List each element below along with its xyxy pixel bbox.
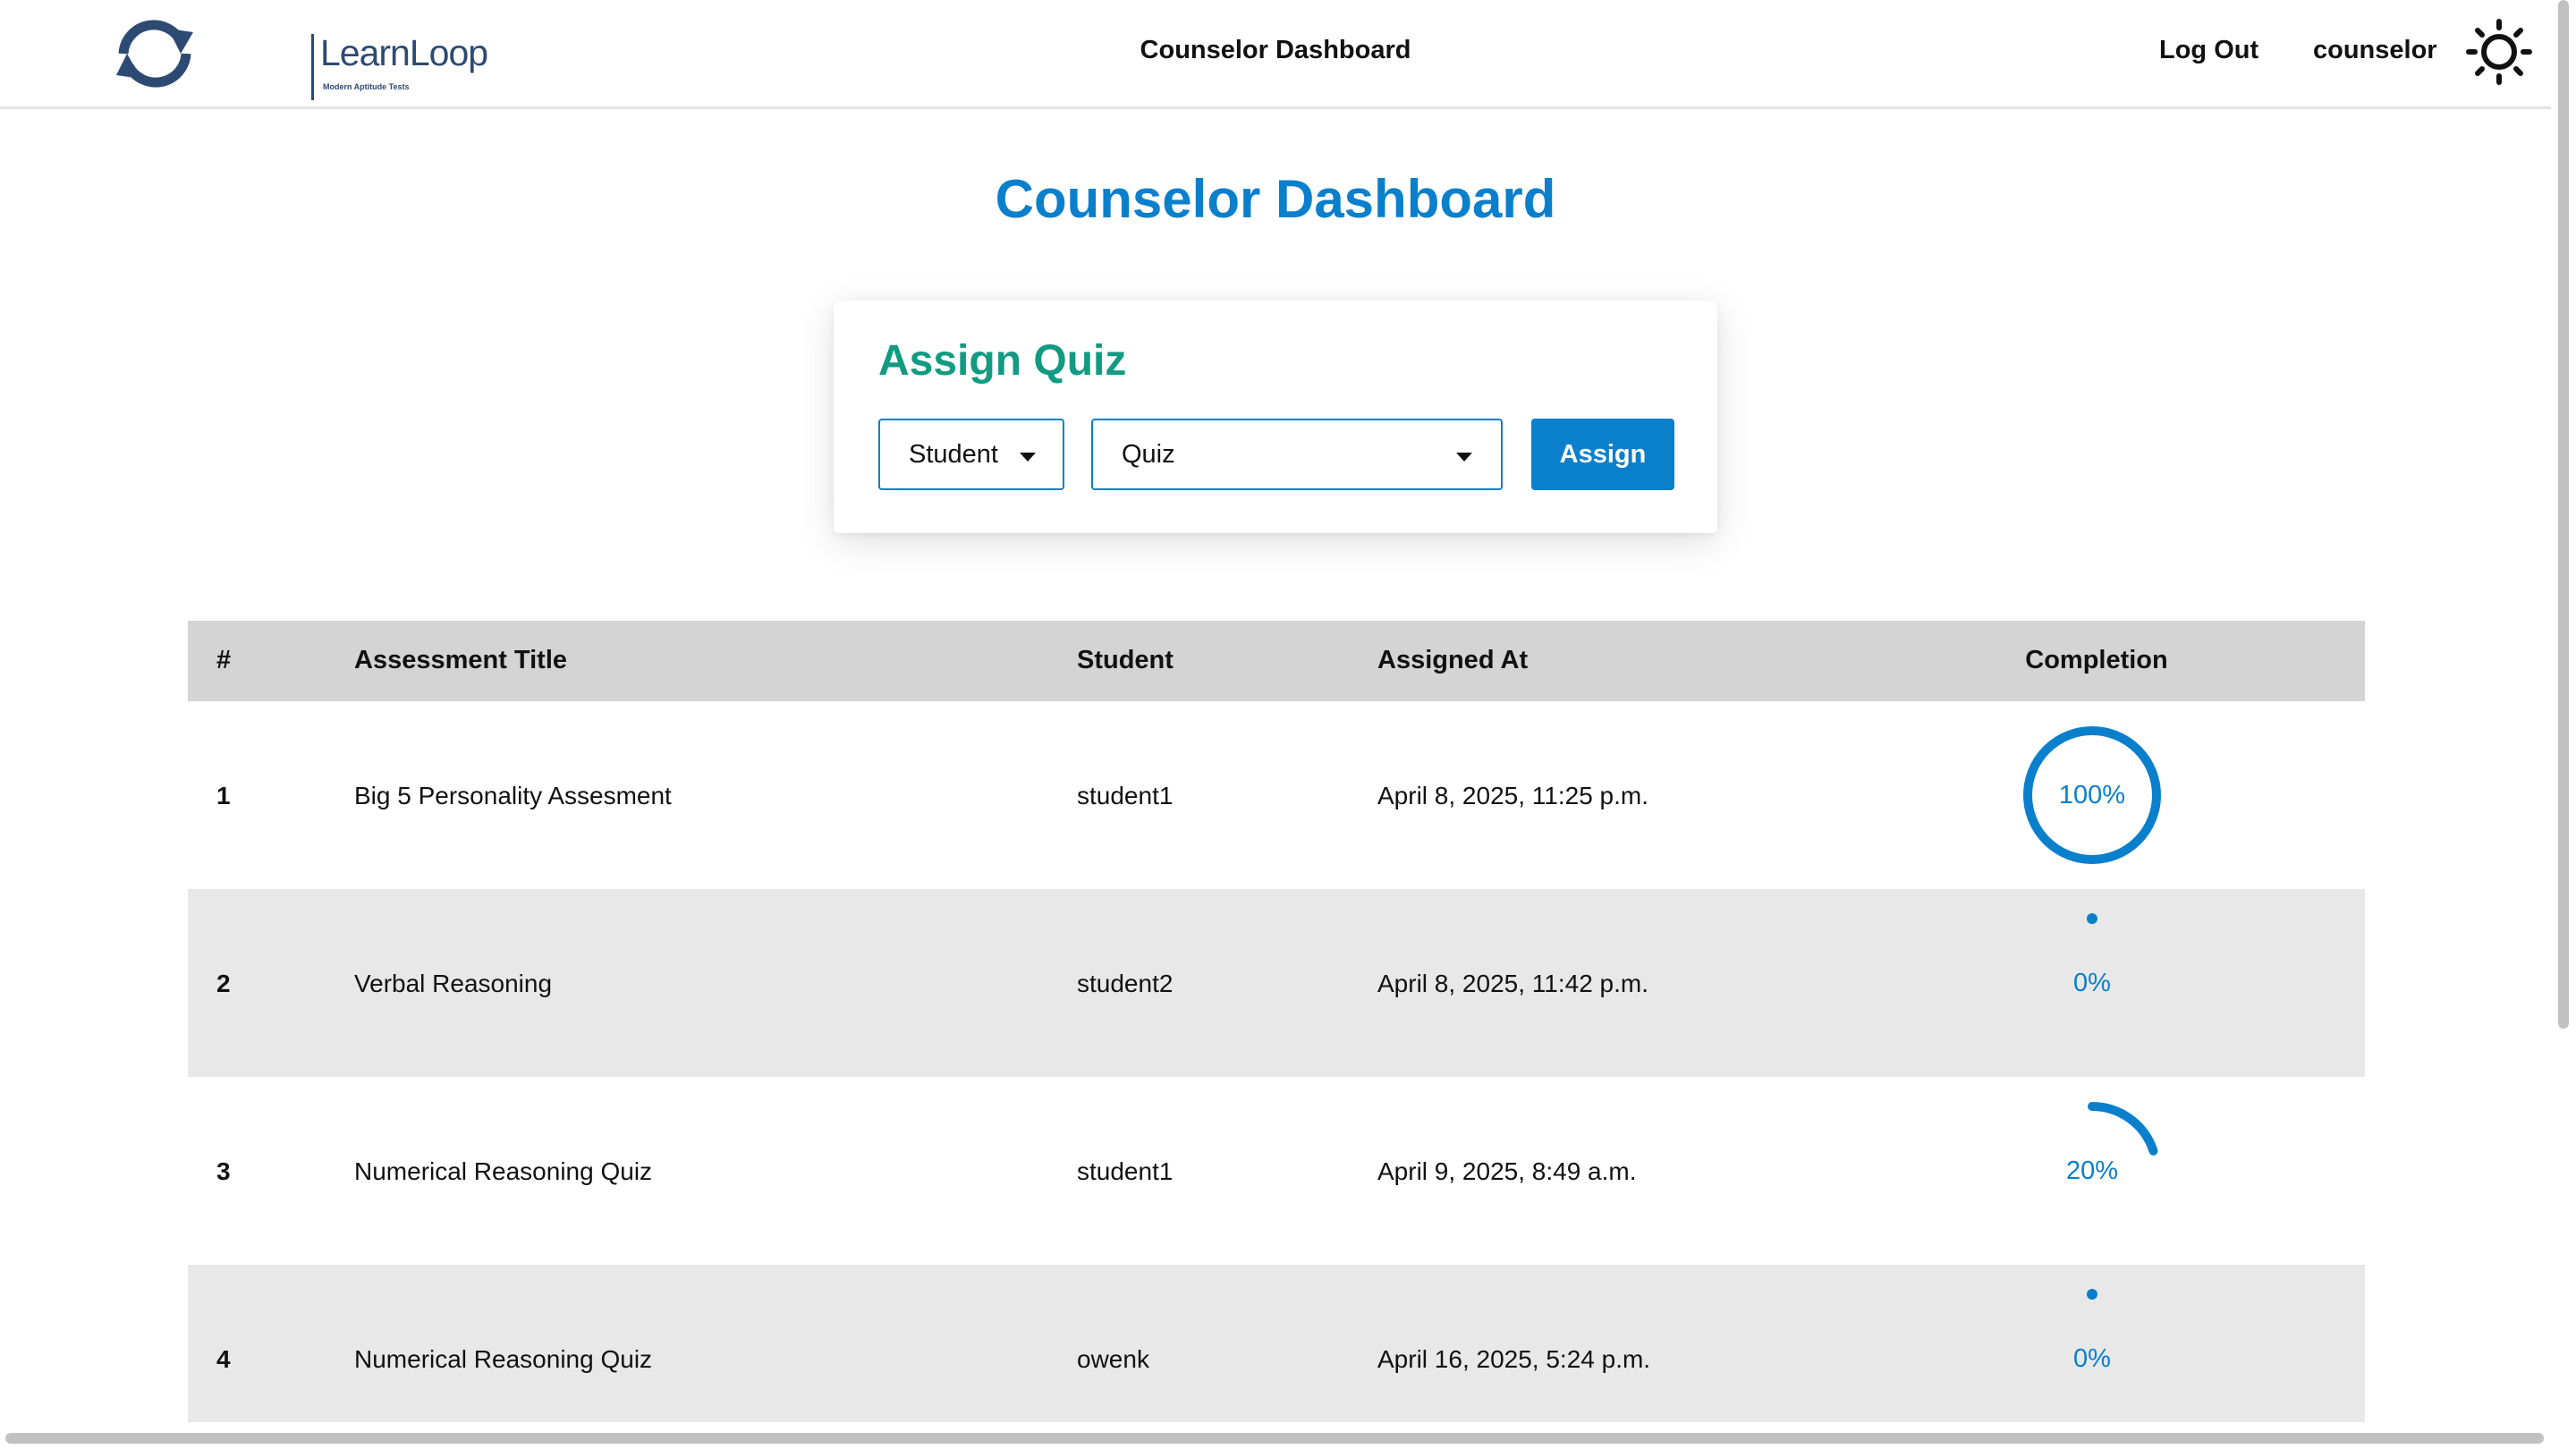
row-assigned-at: April 8, 2025, 11:42 p.m. [1377, 970, 1648, 997]
row-assessment-title: Verbal Reasoning [354, 970, 553, 997]
row-student: student1 [1077, 1157, 1174, 1185]
table-row: 2 Verbal Reasoning student2 April 8, 202… [188, 889, 2365, 1077]
horizontal-scrollbar-thumb[interactable] [5, 1433, 2544, 1444]
row-number: 3 [216, 1157, 231, 1185]
table-row: 4 Numerical Reasoning Quiz owenk April 1… [188, 1265, 2365, 1422]
theme-toggle-button[interactable] [2465, 18, 2533, 86]
table-header: # Assessment Title Student Assigned At C… [188, 621, 2365, 701]
vertical-scrollbar-thumb[interactable] [2558, 0, 2569, 1029]
completion-label: 100% [2058, 780, 2126, 809]
row-student: student2 [1077, 970, 1174, 997]
completion-ring: 0% [2016, 907, 2168, 1059]
row-assigned-at: April 8, 2025, 11:25 p.m. [1377, 782, 1648, 809]
row-assessment-title: Numerical Reasoning Quiz [354, 1157, 653, 1185]
student-select-value: Student [909, 440, 998, 469]
completion-label: 0% [2073, 968, 2111, 997]
header-number: # [216, 646, 232, 674]
assign-quiz-title: Assign Quiz [878, 337, 1127, 385]
page-title: Counselor Dashboard [995, 169, 1556, 229]
row-number: 1 [216, 782, 231, 809]
vertical-scrollbar[interactable] [2551, 0, 2576, 1449]
username-label[interactable]: counselor [2313, 36, 2437, 65]
logout-link[interactable]: Log Out [2159, 36, 2258, 65]
quiz-select-value: Quiz [1122, 440, 1175, 469]
completion-ring: 20% [2016, 1095, 2168, 1247]
chevron-down-icon [1020, 453, 1036, 462]
navbar: LearnLoop Modern Aptitude Tests Counselo… [0, 0, 2551, 109]
row-student: owenk [1077, 1345, 1149, 1373]
brand-tagline: Modern Aptitude Tests [323, 82, 410, 91]
student-select[interactable]: Student [878, 419, 1064, 490]
row-assessment-title: Numerical Reasoning Quiz [354, 1345, 653, 1373]
row-number: 4 [216, 1345, 231, 1373]
quiz-select[interactable]: Quiz [1091, 419, 1503, 490]
assign-quiz-card: Assign Quiz Student Quiz Assign [834, 301, 1717, 533]
table-row: 3 Numerical Reasoning Quiz student1 Apri… [188, 1077, 2365, 1265]
completion-label: 20% [2065, 1156, 2119, 1185]
completion-label: 0% [2073, 1343, 2111, 1373]
horizontal-scrollbar[interactable] [0, 1428, 2551, 1449]
row-assigned-at: April 9, 2025, 8:49 a.m. [1377, 1157, 1637, 1185]
assign-button[interactable]: Assign [1531, 419, 1674, 490]
header-completion: Completion [2025, 646, 2168, 674]
row-number: 2 [216, 970, 231, 997]
app-viewport: LearnLoop Modern Aptitude Tests Counselo… [0, 0, 2576, 1449]
assignments-table: # Assessment Title Student Assigned At C… [188, 621, 2365, 1422]
header-assigned-at: Assigned At [1377, 646, 1529, 674]
row-assessment-title: Big 5 Personality Assesment [354, 782, 672, 809]
row-assigned-at: April 16, 2025, 5:24 p.m. [1377, 1345, 1651, 1373]
table-row: 1 Big 5 Personality Assesment student1 A… [188, 701, 2365, 889]
row-student: student1 [1077, 782, 1174, 809]
sun-icon [2466, 19, 2532, 85]
header-student: Student [1077, 646, 1174, 674]
completion-ring: 100% [2016, 719, 2168, 871]
chevron-down-icon [1456, 453, 1472, 462]
completion-ring: 0% [2016, 1283, 2168, 1435]
header-assessment-title: Assessment Title [354, 646, 568, 674]
